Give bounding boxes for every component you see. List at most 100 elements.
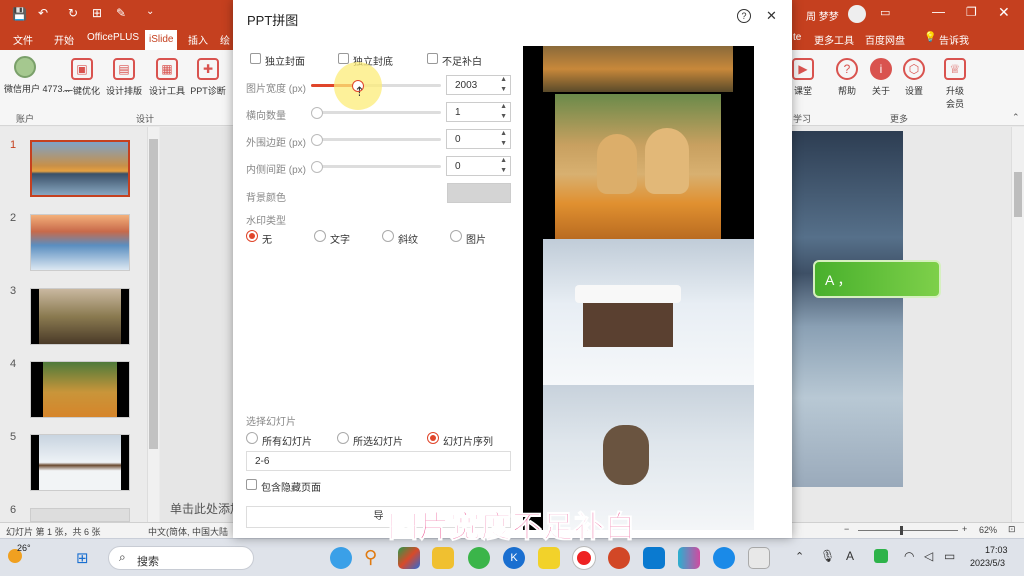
inner-spacing-input[interactable]: 0 ▲ ▼ — [446, 156, 511, 176]
spin-up-icon[interactable]: ▲ — [500, 76, 507, 83]
help-icon[interactable]: ? — [737, 9, 751, 23]
slide-range-input[interactable]: 2-6 — [246, 451, 511, 471]
clock-date[interactable]: 2023/5/3 — [970, 558, 1005, 568]
account-button[interactable]: 微信用户 4773... — [4, 56, 70, 95]
slide-thumbnail-4[interactable] — [30, 361, 130, 418]
bg-color-picker[interactable] — [447, 183, 511, 203]
panel-scroll-thumb[interactable] — [149, 139, 158, 449]
app-icon-1[interactable] — [330, 547, 352, 569]
count-slider-track[interactable] — [311, 111, 441, 114]
tab-partial[interactable]: te — [793, 32, 801, 43]
fill-white-checkbox[interactable] — [427, 53, 438, 64]
wm-none-radio[interactable] — [246, 230, 258, 242]
settings-button[interactable]: ⬡ 设置 — [903, 58, 925, 97]
brush-icon[interactable]: ✎ — [116, 6, 126, 20]
optimize-button[interactable]: ▣ 一键优化 — [60, 58, 104, 97]
slide-thumbnail-6[interactable] — [30, 508, 130, 522]
slide-textbox[interactable]: A ， — [813, 260, 941, 298]
slide-canvas[interactable] — [792, 131, 903, 487]
spin-down-icon[interactable]: ▼ — [500, 140, 507, 147]
back-cover-checkbox[interactable] — [338, 53, 349, 64]
tray-app-icon[interactable] — [874, 549, 888, 563]
slide-thumbnail-5[interactable] — [30, 434, 130, 491]
spin-up-icon[interactable]: ▲ — [500, 130, 507, 137]
taskbar-search[interactable]: ⌕ 搜索 — [108, 546, 254, 570]
slide-thumbnail-2[interactable] — [30, 214, 130, 271]
app-k-icon[interactable]: K — [503, 547, 525, 569]
tab-more-tools[interactable]: 更多工具 — [814, 32, 854, 47]
language-status[interactable]: 中文(简体, 中国大陆 — [148, 525, 228, 538]
sticky-notes-icon[interactable] — [538, 547, 560, 569]
outer-margin-input[interactable]: 0 ▲ ▼ — [446, 129, 511, 149]
outer-slider-knob[interactable] — [311, 134, 323, 146]
close-icon[interactable]: ✕ — [998, 4, 1010, 21]
redo-icon[interactable]: ↻ — [68, 6, 78, 20]
start-icon[interactable]: ⊞ — [76, 549, 89, 567]
app-blue-icon[interactable] — [643, 547, 665, 569]
grid-icon[interactable]: ⊞ — [92, 6, 102, 20]
inner-slider-track[interactable] — [311, 165, 441, 168]
course-button[interactable]: ▶ 课堂 — [792, 58, 814, 97]
inner-slider-knob[interactable] — [311, 161, 323, 173]
all-slides-radio[interactable] — [246, 432, 258, 444]
tab-home[interactable]: 开始 — [54, 32, 74, 47]
zoom-slider[interactable] — [858, 530, 958, 531]
wm-text-radio[interactable] — [314, 230, 326, 242]
layout-button[interactable]: ▤ 设计排版 — [104, 58, 144, 97]
help-button[interactable]: ? 帮助 — [836, 58, 858, 97]
undo-icon[interactable]: ↶ — [38, 6, 48, 20]
bulb-icon[interactable]: 💡 — [924, 32, 936, 43]
selected-slides-radio[interactable] — [337, 432, 349, 444]
clock-time[interactable]: 17:03 — [985, 545, 1008, 555]
mic-icon[interactable]: 🎙 — [820, 549, 835, 563]
save-icon[interactable]: 💾 — [12, 7, 27, 21]
file-explorer-icon[interactable] — [432, 547, 454, 569]
zoom-level[interactable]: 62% — [979, 525, 997, 535]
battery-icon[interactable]: ▭ — [944, 549, 955, 563]
fit-slide-icon[interactable]: ⊡ — [1008, 524, 1016, 535]
editor-scroll-thumb[interactable] — [1014, 172, 1022, 217]
spin-up-icon[interactable]: ▲ — [500, 157, 507, 164]
user-avatar[interactable] — [848, 5, 866, 23]
about-button[interactable]: i 关于 — [870, 58, 892, 97]
tab-file[interactable]: 文件 — [13, 32, 33, 47]
panel-scrollbar[interactable] — [147, 127, 159, 522]
count-slider-knob[interactable] — [311, 107, 323, 119]
ime-icon[interactable]: A — [846, 549, 854, 563]
app-misc-icon[interactable] — [748, 547, 770, 569]
browser-icon[interactable] — [468, 547, 490, 569]
tab-baidu[interactable]: 百度网盘 — [865, 32, 905, 47]
include-hidden-checkbox[interactable] — [246, 479, 257, 490]
diagnose-button[interactable]: ✚ PPT诊断 — [188, 58, 228, 97]
wm-image-radio[interactable] — [450, 230, 462, 242]
app-search-tool-icon[interactable]: ⚲ — [364, 547, 386, 569]
zoom-in-icon[interactable]: + — [962, 524, 967, 534]
collapse-ribbon-icon[interactable]: ⌃ — [1012, 112, 1020, 123]
tab-insert[interactable]: 插入 — [188, 32, 208, 47]
width-input[interactable]: 2003 ▲ ▼ — [446, 75, 511, 95]
outer-slider-track[interactable] — [311, 138, 441, 141]
zoom-slider-thumb[interactable] — [900, 526, 903, 535]
wm-stripe-radio[interactable] — [382, 230, 394, 242]
slide-thumbnail-1[interactable] — [30, 140, 130, 197]
count-input[interactable]: 1 ▲ ▼ — [446, 102, 511, 122]
editor-vertical-scrollbar[interactable] — [1011, 127, 1024, 522]
tab-tell-me[interactable]: 告诉我 — [939, 32, 969, 47]
shield-icon[interactable] — [678, 547, 700, 569]
spin-down-icon[interactable]: ▼ — [500, 167, 507, 174]
powerpoint-icon[interactable] — [608, 547, 630, 569]
maximize-icon[interactable]: ❐ — [966, 5, 977, 19]
spin-down-icon[interactable]: ▼ — [500, 113, 507, 120]
volume-icon[interactable]: ◁ — [924, 549, 933, 563]
tab-draw[interactable]: 绘 — [220, 32, 230, 47]
ribbon-display-icon[interactable]: ▭ — [880, 6, 890, 19]
record-icon[interactable] — [573, 547, 595, 569]
app-chat-icon[interactable] — [713, 547, 735, 569]
qat-chevron-icon[interactable]: ⌄ — [146, 6, 154, 17]
dialog-close-icon[interactable]: ✕ — [766, 8, 777, 24]
tab-islide[interactable]: iSlide — [145, 30, 178, 50]
tab-officeplus[interactable]: OfficePLUS — [87, 32, 139, 43]
app-store-icon[interactable] — [398, 547, 420, 569]
spin-up-icon[interactable]: ▲ — [500, 103, 507, 110]
wifi-icon[interactable]: ◠ — [904, 549, 914, 563]
